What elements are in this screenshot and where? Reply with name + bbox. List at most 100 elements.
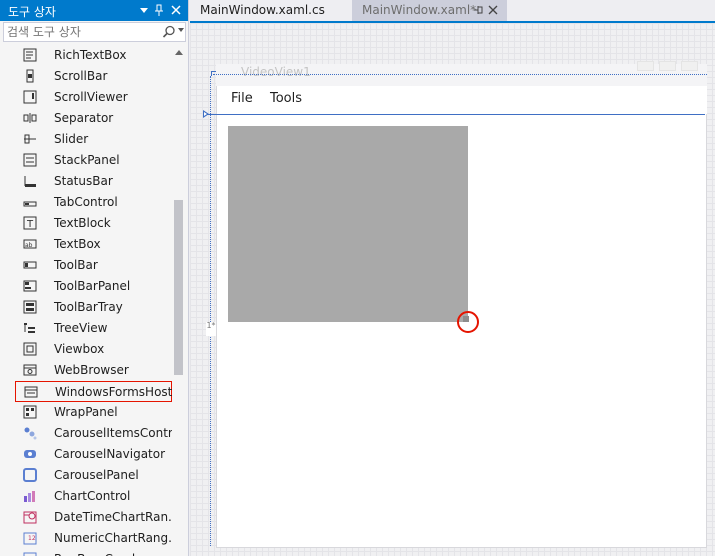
toolbox-item[interactable]: ScrollViewer bbox=[15, 87, 172, 108]
toolbox-item[interactable]: DateTimeChartRan... bbox=[15, 507, 172, 528]
numeric-chart-icon: 12 bbox=[23, 531, 37, 545]
toolbox-item[interactable]: WrapPanel bbox=[15, 402, 172, 423]
toolbox-item[interactable]: ToolBar bbox=[15, 255, 172, 276]
toolbox-item-label: ChartControl bbox=[54, 489, 131, 503]
toolbartray-icon bbox=[23, 300, 37, 314]
toolbox-item-label: CarouselNavigator bbox=[54, 447, 166, 461]
toolbox-item[interactable]: ChartControl bbox=[15, 486, 172, 507]
toolbox-item-label: ScrollViewer bbox=[54, 90, 128, 104]
scrollbar-thumb[interactable] bbox=[174, 200, 183, 375]
toolbox-item-list: RichTextBox ScrollBar ScrollViewer Separato… bbox=[0, 45, 172, 556]
toolbox-item[interactable]: ToolBarPanel bbox=[15, 276, 172, 297]
webbrowser-icon bbox=[23, 363, 37, 377]
toolbox-item[interactable]: ToolBarTray bbox=[15, 297, 172, 318]
pin-icon[interactable] bbox=[152, 2, 166, 18]
windowsformshost-icon bbox=[24, 385, 38, 399]
toolbox-search-input[interactable] bbox=[7, 24, 157, 40]
toolbox-item-label: DateTimeChartRan... bbox=[54, 510, 172, 524]
carousel-items-icon bbox=[23, 426, 37, 440]
toolbox-item[interactable]: Slider bbox=[15, 129, 172, 150]
toolbox-item-label: CarouselPanel bbox=[54, 468, 139, 482]
windowsformshost-control[interactable] bbox=[228, 126, 468, 322]
grid-row-size-marker[interactable]: 1* bbox=[206, 322, 216, 336]
toolbox-item[interactable]: CarouselItemsContr... bbox=[15, 423, 172, 444]
toolbox-item[interactable]: StackPanel bbox=[15, 150, 172, 171]
toolbox-search-box bbox=[3, 22, 186, 42]
close-icon[interactable] bbox=[487, 2, 499, 19]
menu-item-tools[interactable]: Tools bbox=[270, 91, 302, 106]
toolbox-item-label: CarouselItemsContr... bbox=[54, 426, 172, 440]
textblock-icon: T bbox=[23, 216, 37, 230]
toolbox-item-label: Slider bbox=[54, 132, 89, 146]
selection-guide-left bbox=[210, 76, 211, 546]
datetime-chart-icon bbox=[23, 510, 37, 524]
toolbox-scrollbar[interactable] bbox=[172, 45, 186, 556]
dropdown-arrow-icon[interactable] bbox=[137, 2, 151, 18]
toolbox-item-label: WrapPanel bbox=[54, 405, 118, 419]
toolbox-item[interactable]: TreeView bbox=[15, 318, 172, 339]
toolbox-item[interactable]: StatusBar bbox=[15, 171, 172, 192]
stackpanel-icon bbox=[23, 153, 37, 167]
tab-label: MainWindow.xaml.cs bbox=[200, 3, 325, 17]
svg-text:T: T bbox=[26, 219, 34, 230]
menu-item-file[interactable]: File bbox=[231, 91, 253, 106]
carousel-navigator-icon bbox=[23, 447, 37, 461]
toolbox-item[interactable]: CarouselPanel bbox=[15, 465, 172, 486]
search-icon[interactable] bbox=[162, 25, 176, 39]
designer-menu-bar: File Tools bbox=[217, 86, 707, 114]
svg-text:12: 12 bbox=[28, 535, 36, 542]
tabcontrol-icon bbox=[23, 195, 37, 209]
toolbox-item-label: ToolBar bbox=[54, 258, 98, 272]
toolbox-item[interactable]: CarouselNavigator bbox=[15, 444, 172, 465]
toolbox-item-label: Viewbox bbox=[54, 342, 105, 356]
tab-mainwindow-xaml-cs[interactable]: MainWindow.xaml.cs bbox=[190, 0, 350, 21]
toolbox-item-label: ToolBarPanel bbox=[54, 279, 131, 293]
scroll-up-arrow-icon[interactable] bbox=[175, 50, 183, 55]
search-options-chevron-icon[interactable] bbox=[178, 28, 184, 32]
toolbox-item-label: WebBrowser bbox=[54, 363, 129, 377]
selection-guide-top bbox=[213, 74, 707, 75]
toolbox-item-label: TreeView bbox=[54, 321, 108, 335]
wrappanel-icon bbox=[23, 405, 37, 419]
minimize-button bbox=[637, 61, 654, 71]
separator-icon bbox=[23, 111, 37, 125]
toolbox-item-label: Separator bbox=[54, 111, 114, 125]
toolbox-item[interactable]: TabControl bbox=[15, 192, 172, 213]
toolbox-panel: 도구 상자 RichTextBox ScrollBar ScrollViewer Se… bbox=[0, 0, 189, 556]
treeview-icon bbox=[23, 321, 37, 335]
toolbox-item[interactable]: RichTextBox bbox=[15, 45, 172, 66]
toolbarpanel-icon bbox=[23, 279, 37, 293]
document-tab-bar: MainWindow.xaml.cs MainWindow.xaml* bbox=[190, 0, 715, 21]
selection-corner-marker bbox=[211, 71, 216, 76]
toolbox-item[interactable]: WindowsFormsHost bbox=[15, 381, 172, 402]
toolbox-item[interactable]: ScrollBar bbox=[15, 66, 172, 87]
grid-row-divider bbox=[206, 114, 705, 115]
svg-text:ab: ab bbox=[25, 242, 33, 249]
slider-icon bbox=[23, 132, 37, 146]
toolbox-item-label: StatusBar bbox=[54, 174, 113, 188]
toolbox-item[interactable]: R....B..., C.....l bbox=[15, 549, 172, 556]
close-icon[interactable] bbox=[169, 2, 183, 18]
viewbox-icon bbox=[23, 342, 37, 356]
tab-label: MainWindow.xaml* bbox=[362, 3, 477, 17]
tab-mainwindow-xaml[interactable]: MainWindow.xaml* bbox=[352, 0, 507, 21]
resize-handle-highlight-circle bbox=[457, 311, 479, 333]
textbox-icon: ab bbox=[23, 237, 37, 251]
maximize-button bbox=[659, 61, 676, 71]
toolbox-item[interactable]: Viewbox bbox=[15, 339, 172, 360]
statusbar-icon bbox=[23, 174, 37, 188]
toolbox-item-label: R....B..., C.....l bbox=[54, 552, 135, 556]
toolbox-title: 도구 상자 bbox=[8, 5, 56, 19]
toolbar-icon bbox=[23, 258, 37, 272]
window-close-button bbox=[681, 61, 698, 71]
carousel-panel-icon bbox=[23, 468, 37, 482]
toolbox-item-label: StackPanel bbox=[54, 153, 120, 167]
designer-window-title: VideoView1 bbox=[241, 65, 311, 79]
pin-icon[interactable] bbox=[472, 3, 484, 20]
toolbox-item[interactable]: ab TextBox bbox=[15, 234, 172, 255]
toolbox-item[interactable]: 12 NumericChartRang... bbox=[15, 528, 172, 549]
toolbox-item[interactable]: T TextBlock bbox=[15, 213, 172, 234]
toolbox-item[interactable]: Separator bbox=[15, 108, 172, 129]
toolbox-item[interactable]: WebBrowser bbox=[15, 360, 172, 381]
scrollviewer-icon bbox=[23, 90, 37, 104]
